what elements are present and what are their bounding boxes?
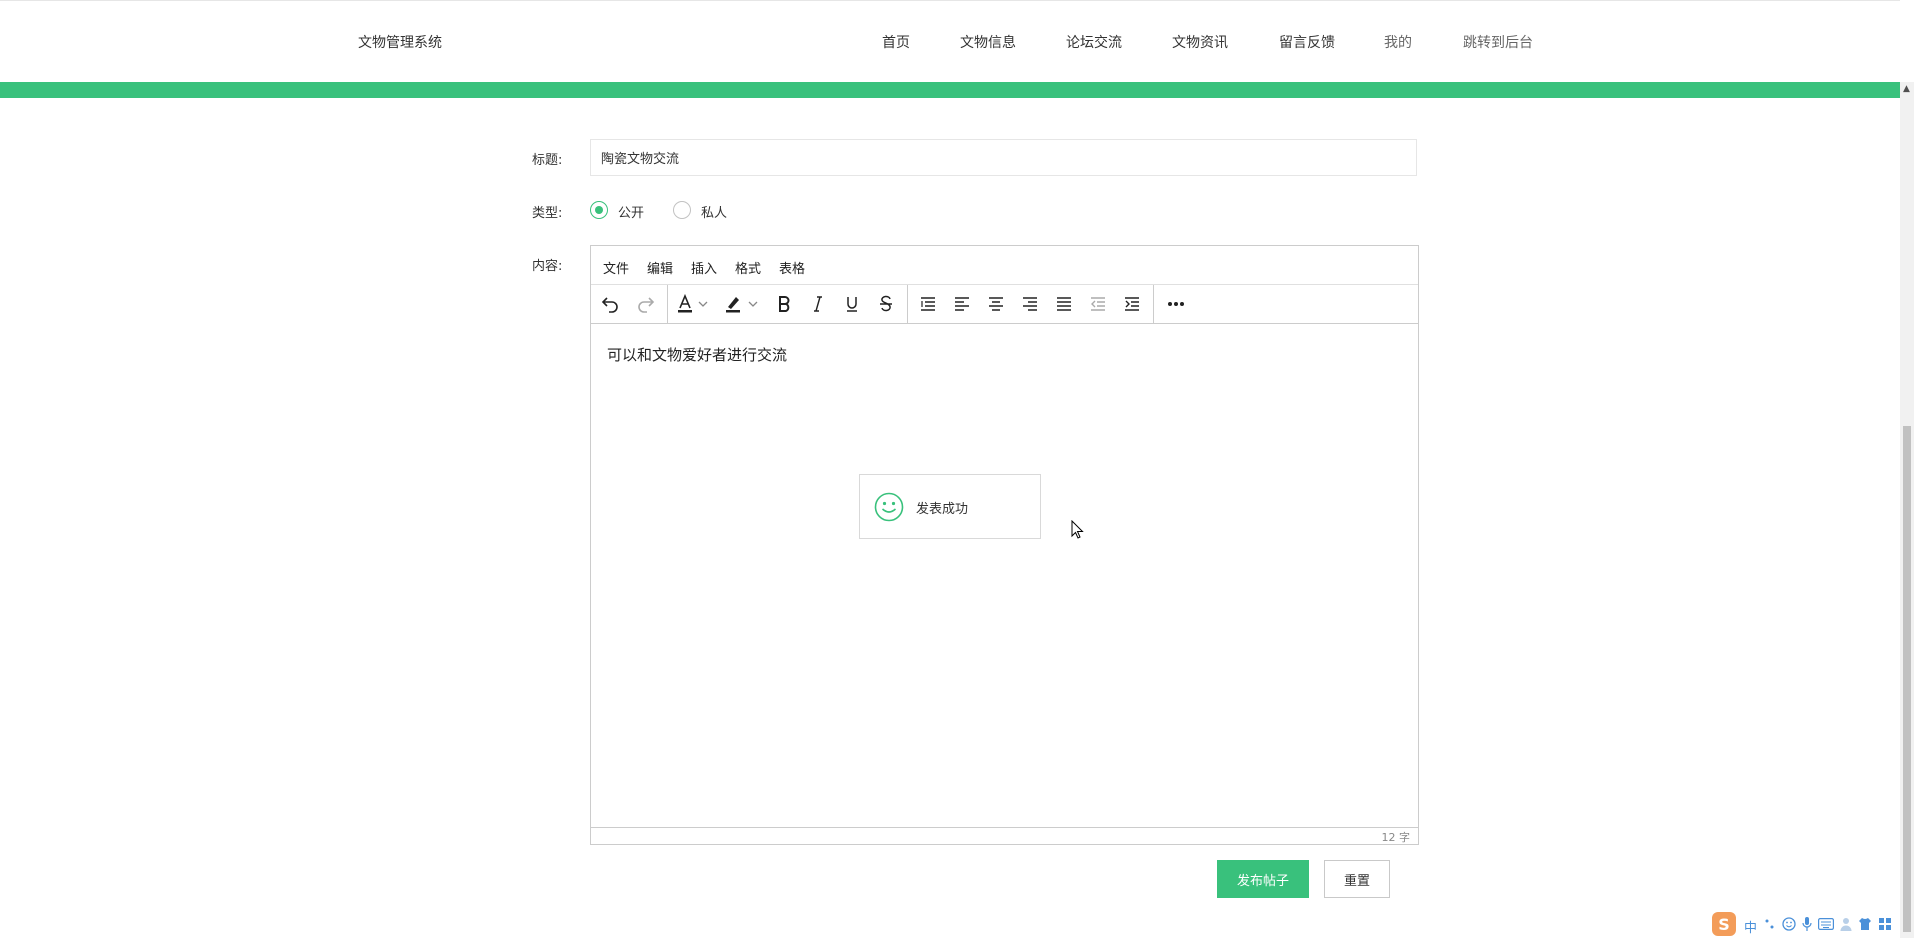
ime-logo-icon[interactable]: S [1712,912,1736,936]
ime-toolbox-icon[interactable] [1878,917,1892,931]
main-nav: 首页 文物信息 论坛交流 文物资讯 留言反馈 我的 跳转到后台 [0,32,1900,54]
editor-menubar: 文件 编辑 插入 格式 表格 [591,246,1418,285]
editor-toolbar [591,285,1418,324]
indent-icon[interactable] [1117,289,1147,319]
submit-post-button[interactable]: 发布帖子 [1217,860,1309,898]
more-icon[interactable] [1161,289,1191,319]
line-height-icon[interactable] [913,289,943,319]
nav-feedback[interactable]: 留言反馈 [1279,32,1335,52]
success-toast: 发表成功 [859,474,1041,539]
nav-admin[interactable]: 跳转到后台 [1463,32,1533,52]
align-left-icon[interactable] [947,289,977,319]
mouse-cursor-icon [1071,520,1084,539]
nav-news[interactable]: 文物资讯 [1172,32,1228,52]
toolbar-divider [1153,285,1154,323]
undo-icon[interactable] [595,289,625,319]
title-input[interactable] [590,139,1417,176]
redo-icon[interactable] [631,289,661,319]
nav-mine[interactable]: 我的 [1384,32,1412,52]
reset-button[interactable]: 重置 [1324,860,1390,898]
underline-icon[interactable] [837,289,867,319]
ime-punctuation-icon[interactable] [1764,918,1776,930]
radio-public-label[interactable]: 公开 [618,202,644,221]
highlight-color-icon[interactable] [721,289,745,319]
ime-language-toggle[interactable]: 中 [1744,917,1757,936]
editor-content[interactable]: 可以和文物爱好者进行交流 [607,344,787,365]
top-navbar: 文物管理系统 首页 文物信息 论坛交流 文物资讯 留言反馈 我的 跳转到后台 [0,0,1900,83]
bold-icon[interactable] [769,289,799,319]
outdent-icon[interactable] [1083,289,1113,319]
nav-home[interactable]: 首页 [882,32,910,52]
radio-private[interactable] [673,201,691,219]
smile-icon [874,492,904,522]
menu-format[interactable]: 格式 [735,258,761,277]
editor-statusbar: 12 字 [591,827,1418,844]
title-label: 标题: [532,153,563,168]
menu-table[interactable]: 表格 [779,258,805,277]
ime-keyboard-icon[interactable] [1818,918,1834,930]
menu-edit[interactable]: 编辑 [647,258,673,277]
align-justify-icon[interactable] [1049,289,1079,319]
highlight-color-dropdown-icon[interactable] [745,289,761,319]
text-color-dropdown-icon[interactable] [695,289,711,319]
content-label: 内容: [532,259,563,274]
page-scrollbar[interactable]: ▲ [1900,82,1914,938]
toolbar-divider [907,285,908,323]
menu-insert[interactable]: 插入 [691,258,717,277]
nav-forum[interactable]: 论坛交流 [1066,32,1122,52]
scrollbar-thumb[interactable] [1903,426,1911,932]
ime-toolbar: S 中 [1712,912,1914,938]
ime-voice-icon[interactable] [1802,916,1812,932]
type-label: 类型: [532,206,563,221]
accent-bar [0,82,1900,98]
word-count: 12 字 [1381,831,1411,844]
menu-file[interactable]: 文件 [603,258,629,277]
align-right-icon[interactable] [1015,289,1045,319]
scroll-up-arrow-icon[interactable]: ▲ [1903,84,1910,94]
radio-public[interactable] [590,201,608,219]
ime-skin-icon[interactable] [1858,917,1872,931]
ime-emoji-icon[interactable] [1782,917,1796,931]
toolbar-divider [667,285,668,323]
italic-icon[interactable] [803,289,833,319]
ime-user-icon[interactable] [1840,917,1852,931]
toast-message: 发表成功 [916,502,969,517]
nav-relics[interactable]: 文物信息 [960,32,1016,52]
radio-private-label[interactable]: 私人 [701,202,727,221]
text-color-icon[interactable] [673,289,697,319]
strikethrough-icon[interactable] [871,289,901,319]
align-center-icon[interactable] [981,289,1011,319]
rich-text-editor: 文件 编辑 插入 格式 表格 可以和文物爱好者进行交流 12 字 [590,245,1419,845]
